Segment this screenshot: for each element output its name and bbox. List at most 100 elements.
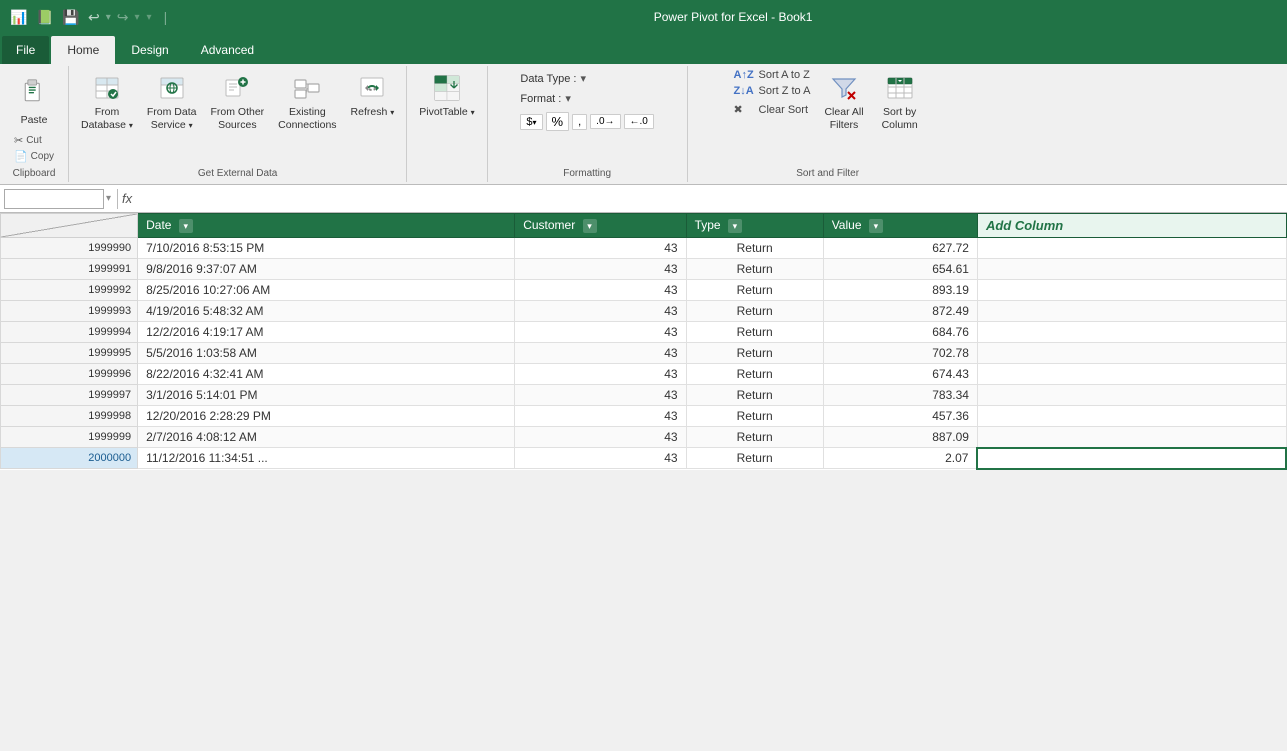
customer-cell[interactable]: 43 <box>515 343 686 364</box>
undo-icon[interactable]: ↩ <box>88 9 100 26</box>
data-type-dropdown[interactable]: ▾ <box>580 72 586 85</box>
name-box-dropdown-icon[interactable]: ▾ <box>106 193 111 204</box>
format-dropdown[interactable]: ▾ <box>565 92 571 105</box>
date-cell[interactable]: 12/2/2016 4:19:17 AM <box>138 322 515 343</box>
clear-all-filters-button[interactable]: Clear AllFilters <box>818 68 869 135</box>
value-cell[interactable]: 783.34 <box>823 385 977 406</box>
date-cell[interactable]: 12/20/2016 2:28:29 PM <box>138 406 515 427</box>
sort-az-icon: A↑Z <box>734 69 756 81</box>
copy-button[interactable]: 📄Copy <box>11 149 57 164</box>
date-cell[interactable]: 7/10/2016 8:53:15 PM <box>138 238 515 259</box>
tab-advanced[interactable]: Advanced <box>185 36 270 64</box>
date-cell[interactable]: 4/19/2016 5:48:32 AM <box>138 301 515 322</box>
add-col-cell[interactable] <box>977 427 1286 448</box>
customer-cell[interactable]: 43 <box>515 322 686 343</box>
type-cell[interactable]: Return <box>686 364 823 385</box>
add-col-cell[interactable] <box>977 448 1286 469</box>
value-cell[interactable]: 674.43 <box>823 364 977 385</box>
refresh-button[interactable]: Refresh ▾ <box>345 68 401 123</box>
value-cell[interactable]: 684.76 <box>823 322 977 343</box>
date-cell[interactable]: 5/5/2016 1:03:58 AM <box>138 343 515 364</box>
percent-button[interactable]: % <box>546 112 570 131</box>
type-filter-arrow[interactable]: ▾ <box>728 219 742 233</box>
decrease-decimal-button[interactable]: ←.0 <box>624 114 654 129</box>
existing-connections-button[interactable]: ExistingConnections <box>272 68 342 135</box>
type-cell[interactable]: Return <box>686 259 823 280</box>
add-col-cell[interactable] <box>977 280 1286 301</box>
type-cell[interactable]: Return <box>686 385 823 406</box>
comma-button[interactable]: , <box>572 114 587 130</box>
from-database-button[interactable]: FromDatabase ▾ <box>75 68 139 135</box>
date-column-header[interactable]: Date ▾ <box>138 214 515 238</box>
paste-button[interactable]: Paste <box>6 68 62 130</box>
add-column-header[interactable]: Add Column <box>977 214 1286 238</box>
date-cell[interactable]: 3/1/2016 5:14:01 PM <box>138 385 515 406</box>
add-col-cell[interactable] <box>977 343 1286 364</box>
add-col-cell[interactable] <box>977 385 1286 406</box>
customer-cell[interactable]: 43 <box>515 259 686 280</box>
type-cell[interactable]: Return <box>686 280 823 301</box>
type-cell[interactable]: Return <box>686 406 823 427</box>
value-cell[interactable]: 702.78 <box>823 343 977 364</box>
pivot-table-button[interactable]: PivotTable ▾ <box>413 68 480 123</box>
date-cell[interactable]: 9/8/2016 9:37:07 AM <box>138 259 515 280</box>
add-col-cell[interactable] <box>977 238 1286 259</box>
tab-design[interactable]: Design <box>115 36 184 64</box>
customer-cell[interactable]: 43 <box>515 301 686 322</box>
type-cell[interactable]: Return <box>686 343 823 364</box>
cut-button[interactable]: ✂Cut <box>11 133 57 148</box>
clear-sort-button[interactable]: ✖ Clear Sort <box>732 102 813 117</box>
currency-button[interactable]: $▾ <box>520 114 542 130</box>
value-cell[interactable]: 872.49 <box>823 301 977 322</box>
customer-cell[interactable]: 43 <box>515 280 686 301</box>
increase-decimal-button[interactable]: .0→ <box>590 114 620 129</box>
add-col-cell[interactable] <box>977 322 1286 343</box>
add-col-cell[interactable] <box>977 406 1286 427</box>
value-cell[interactable]: 887.09 <box>823 427 977 448</box>
date-cell[interactable]: 2/7/2016 4:08:12 AM <box>138 427 515 448</box>
customer-column-header[interactable]: Customer ▾ <box>515 214 686 238</box>
redo-dropdown-icon[interactable]: ▾ <box>135 12 140 23</box>
sort-a-z-button[interactable]: A↑Z Sort A to Z <box>732 68 813 82</box>
row-id-cell: 1999997 <box>1 385 138 406</box>
row-id-cell: 1999992 <box>1 280 138 301</box>
value-filter-arrow[interactable]: ▾ <box>869 219 883 233</box>
redo-icon[interactable]: ↪ <box>117 9 129 26</box>
sort-by-column-button[interactable]: Sort byColumn <box>876 68 924 135</box>
customer-cell[interactable]: 43 <box>515 406 686 427</box>
value-cell[interactable]: 627.72 <box>823 238 977 259</box>
date-cell[interactable]: 8/25/2016 10:27:06 AM <box>138 280 515 301</box>
date-cell[interactable]: 11/12/2016 11:34:51 ... <box>138 448 515 469</box>
customer-cell[interactable]: 43 <box>515 238 686 259</box>
value-column-header[interactable]: Value ▾ <box>823 214 977 238</box>
type-cell[interactable]: Return <box>686 238 823 259</box>
add-col-cell[interactable] <box>977 301 1286 322</box>
value-cell[interactable]: 457.36 <box>823 406 977 427</box>
type-column-header[interactable]: Type ▾ <box>686 214 823 238</box>
type-cell[interactable]: Return <box>686 448 823 469</box>
undo-dropdown-icon[interactable]: ▾ <box>106 12 111 23</box>
type-cell[interactable]: Return <box>686 322 823 343</box>
from-other-sources-button[interactable]: From OtherSources <box>204 68 270 135</box>
value-cell[interactable]: 2.07 <box>823 448 977 469</box>
tab-file[interactable]: File <box>2 36 49 64</box>
name-box[interactable] <box>4 189 104 209</box>
value-cell[interactable]: 654.61 <box>823 259 977 280</box>
customer-cell[interactable]: 43 <box>515 448 686 469</box>
date-cell[interactable]: 8/22/2016 4:32:41 AM <box>138 364 515 385</box>
customer-cell[interactable]: 43 <box>515 385 686 406</box>
add-col-cell[interactable] <box>977 259 1286 280</box>
add-col-cell[interactable] <box>977 364 1286 385</box>
type-cell[interactable]: Return <box>686 427 823 448</box>
customer-cell[interactable]: 43 <box>515 427 686 448</box>
type-cell[interactable]: Return <box>686 301 823 322</box>
date-filter-arrow[interactable]: ▾ <box>179 219 193 233</box>
from-data-service-button[interactable]: From DataService ▾ <box>141 68 203 135</box>
sort-z-a-button[interactable]: Z↓A Sort Z to A <box>732 84 813 98</box>
tab-home[interactable]: Home <box>51 36 115 64</box>
customer-filter-arrow[interactable]: ▾ <box>583 219 597 233</box>
value-cell[interactable]: 893.19 <box>823 280 977 301</box>
formula-input[interactable] <box>138 189 1283 209</box>
customize-icon[interactable]: ▾ <box>147 12 152 23</box>
customer-cell[interactable]: 43 <box>515 364 686 385</box>
